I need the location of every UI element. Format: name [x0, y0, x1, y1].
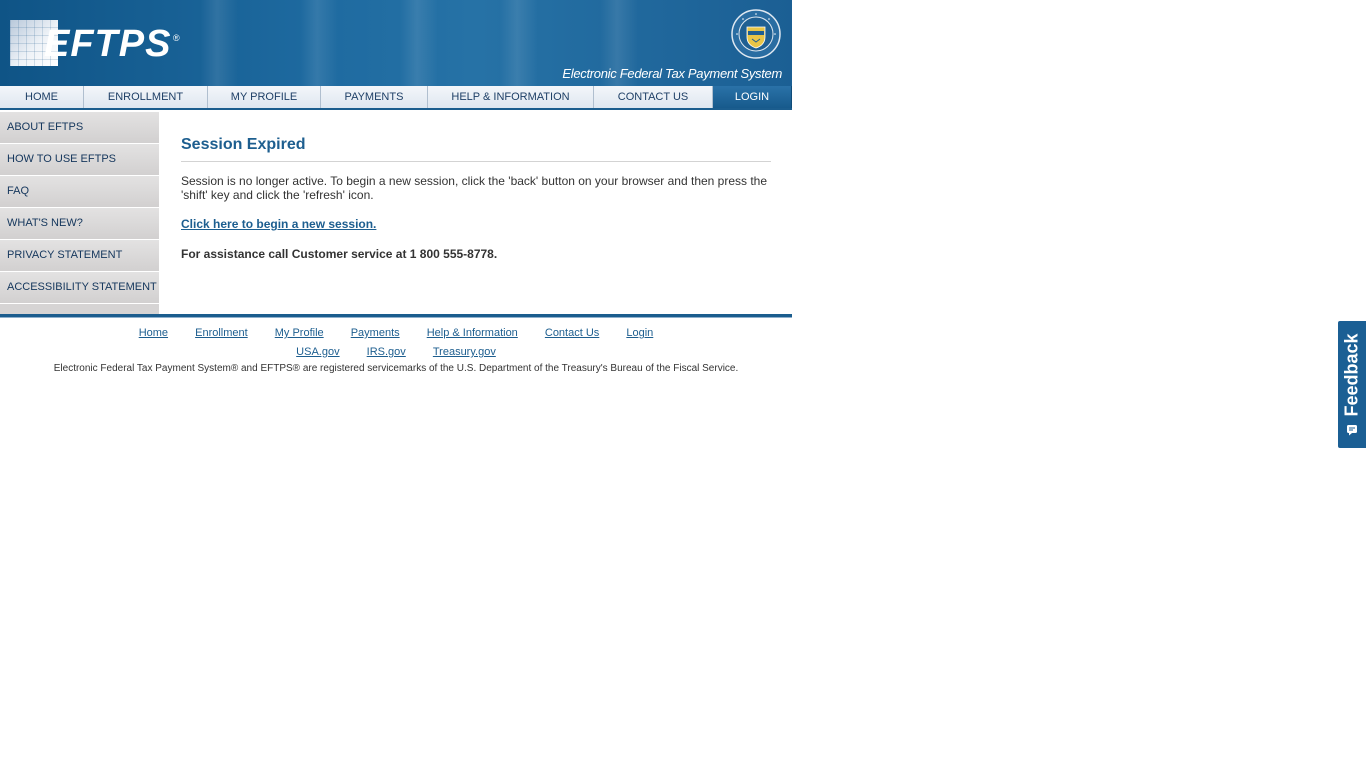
top-navigation: HOME ENROLLMENT MY PROFILE PAYMENTS HELP… [0, 86, 792, 110]
eftps-logo-text: EFTPS [44, 23, 172, 65]
nav-contact-us[interactable]: CONTACT US [594, 86, 713, 108]
page: EFTPS ® Electronic Federal Tax Payment S… [0, 0, 1366, 768]
footer-link-irs-gov[interactable]: IRS.gov [367, 346, 406, 358]
footer-link-payments[interactable]: Payments [351, 327, 400, 339]
banner-tagline: Electronic Federal Tax Payment System [562, 66, 782, 81]
nav-home[interactable]: HOME [0, 86, 84, 108]
sidebar-item-accessibility-statement[interactable]: ACCESSIBILITY STATEMENT [0, 272, 159, 304]
header-banner: EFTPS ® Electronic Federal Tax Payment S… [0, 0, 792, 86]
footer-servicemark-note: Electronic Federal Tax Payment System® a… [53, 363, 739, 374]
nav-login[interactable]: LOGIN [713, 86, 792, 108]
new-session-link[interactable]: Click here to begin a new session. [181, 217, 376, 231]
footer-link-help-information[interactable]: Help & Information [427, 327, 518, 339]
feedback-label: Feedback [1341, 333, 1362, 417]
session-expired-message: Session is no longer active. To begin a … [181, 174, 768, 202]
main-content: Session Expired Session is no longer act… [181, 136, 771, 261]
nav-help-information[interactable]: HELP & INFORMATION [428, 86, 594, 108]
nav-my-profile[interactable]: MY PROFILE [208, 86, 321, 108]
footer-divider [0, 314, 792, 318]
banner-column-decoration [500, 0, 538, 86]
footer-nav-links: Home Enrollment My Profile Payments Help… [0, 327, 792, 341]
sidebar: ABOUT EFTPS HOW TO USE EFTPS FAQ WHAT'S … [0, 112, 159, 314]
sidebar-item-how-to-use-eftps[interactable]: HOW TO USE EFTPS [0, 144, 159, 176]
footer-link-my-profile[interactable]: My Profile [275, 327, 324, 339]
banner-column-decoration [200, 0, 238, 86]
page-title: Session Expired [181, 136, 771, 162]
sidebar-item-faq[interactable]: FAQ [0, 176, 159, 208]
nav-enrollment[interactable]: ENROLLMENT [84, 86, 208, 108]
feedback-chat-icon [1347, 425, 1357, 436]
sidebar-item-about-eftps[interactable]: ABOUT EFTPS [0, 112, 159, 144]
content-area: ABOUT EFTPS HOW TO USE EFTPS FAQ WHAT'S … [0, 110, 792, 314]
sidebar-item-privacy-statement[interactable]: PRIVACY STATEMENT [0, 240, 159, 272]
footer-link-usa-gov[interactable]: USA.gov [296, 346, 339, 358]
footer-link-home[interactable]: Home [139, 327, 168, 339]
assistance-text: For assistance call Customer service at … [181, 247, 498, 261]
banner-column-decoration [300, 0, 338, 86]
eftps-site: EFTPS ® Electronic Federal Tax Payment S… [0, 0, 792, 374]
footer-link-contact-us[interactable]: Contact Us [545, 327, 599, 339]
footer-link-enrollment[interactable]: Enrollment [195, 327, 248, 339]
eftps-logo-registered-mark: ® [173, 33, 180, 43]
banner-column-decoration [400, 0, 438, 86]
nav-payments[interactable]: PAYMENTS [321, 86, 428, 108]
footer-link-treasury-gov[interactable]: Treasury.gov [433, 346, 496, 358]
footer-external-links: USA.gov IRS.gov Treasury.gov [0, 346, 792, 360]
sidebar-item-whats-new[interactable]: WHAT'S NEW? [0, 208, 159, 240]
treasury-seal-icon [731, 9, 781, 59]
footer-link-login[interactable]: Login [626, 327, 653, 339]
feedback-tab[interactable]: Feedback [1338, 321, 1366, 448]
